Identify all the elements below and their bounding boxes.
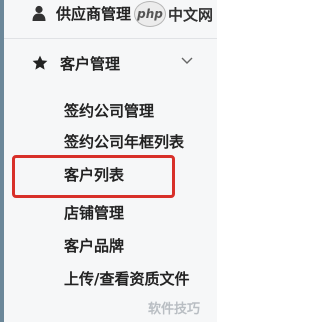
chevron-down-icon[interactable]	[181, 57, 193, 65]
submenu-item-customer-brand[interactable]: 客户品牌	[4, 229, 217, 261]
submenu-item-label: 店铺管理	[64, 204, 125, 222]
user-icon	[32, 5, 46, 21]
menu-group-customer-management[interactable]: 客户管理	[4, 40, 217, 86]
php-logo: php	[134, 1, 166, 27]
site-watermark-text: 中文网	[168, 6, 214, 24]
sidebar: 供应商管理 php 中文网 客户管理 签约公司管理 签约公司年框列表 客户列表 …	[0, 0, 217, 322]
bottom-watermark: 软件技巧	[148, 302, 201, 317]
menu-item-label: 供应商管理	[56, 5, 132, 23]
submenu-item-label: 上传/查看资质文件	[64, 270, 190, 288]
submenu-item-label: 客户品牌	[64, 237, 125, 255]
submenu-item-signed-company-management[interactable]: 签约公司管理	[4, 94, 217, 126]
submenu-item-store-management[interactable]: 店铺管理	[4, 196, 217, 228]
highlight-box	[12, 155, 175, 198]
submenu-item-label: 签约公司年框列表	[64, 133, 185, 151]
submenu-item-label: 签约公司管理	[64, 102, 155, 120]
site-watermark: php 中文网	[134, 1, 214, 27]
submenu-item-upload-view-qualification-files[interactable]: 上传/查看资质文件	[4, 262, 217, 294]
submenu-item-signed-company-annual-list[interactable]: 签约公司年框列表	[4, 125, 217, 157]
star-icon	[32, 55, 48, 70]
menu-group-label: 客户管理	[60, 55, 121, 73]
